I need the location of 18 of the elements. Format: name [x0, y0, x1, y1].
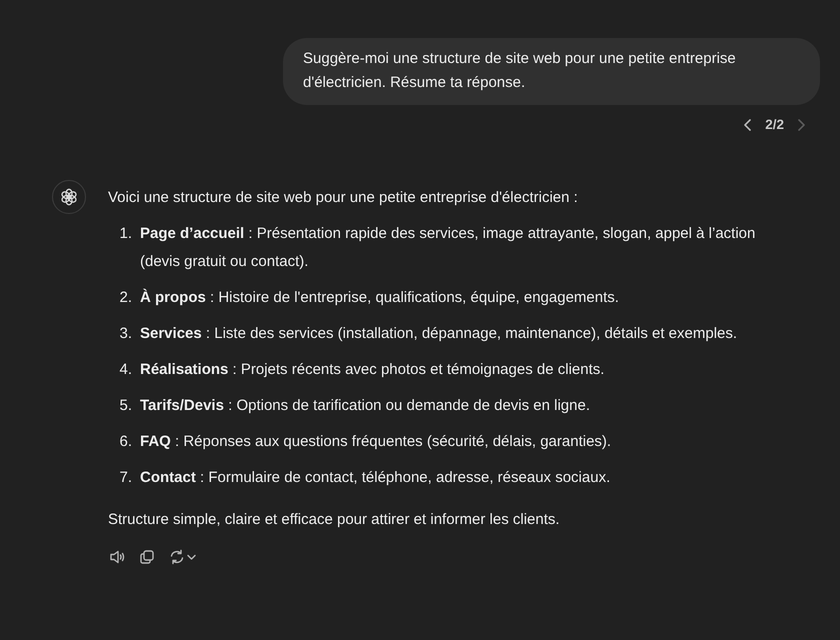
list-item-text: FAQ : Réponses aux questions fréquentes (sécurité, délais, garanties).: [140, 432, 612, 452]
response-conclusion: Structure simple, claire et efficace pour attirer et informer les clients.: [108, 510, 561, 530]
list-item-text: Page d’accueil : Présentation rapide des services, image attrayante, slogan, appel à l’action (devis gratuit ou contact).: [140, 224, 756, 272]
list-number: 6.: [119, 432, 132, 452]
list-item-text: Réalisations : Projets récents avec photos et témoignages de clients.: [140, 360, 604, 380]
list-item-text: Services : Liste des services (installation, dépannage, maintenance), détails et exemples.: [140, 324, 738, 344]
list-number: 4.: [119, 360, 132, 380]
response-intro: Voici une structure de site web pour une petite entreprise d'électricien :: [108, 188, 579, 208]
user-message: Suggère-moi une structure de site web pour une petite entreprise d'électricien. Résume ta réponse.: [283, 38, 820, 105]
list-number: 5.: [119, 396, 132, 416]
list-number: 7.: [119, 468, 132, 488]
list-item-text: Tarifs/Devis : Options de tarification ou demande de devis en ligne.: [140, 396, 590, 416]
list-number: 3.: [119, 324, 132, 344]
list-number: 2.: [119, 288, 132, 308]
list-number: 1.: [119, 224, 132, 244]
list-item-text: Contact : Formulaire de contact, téléphone, adresse, réseaux sociaux.: [140, 468, 610, 488]
page-counter: 2/2: [765, 117, 784, 132]
list-item-text: À propos : Histoire de l'entreprise, qualifications, équipe, engagements.: [140, 288, 619, 308]
